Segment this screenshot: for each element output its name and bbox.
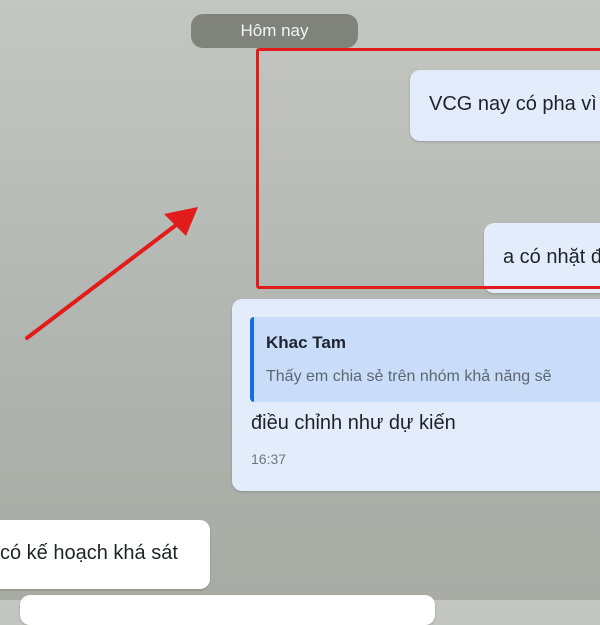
annotation-arrow-icon <box>25 207 198 340</box>
